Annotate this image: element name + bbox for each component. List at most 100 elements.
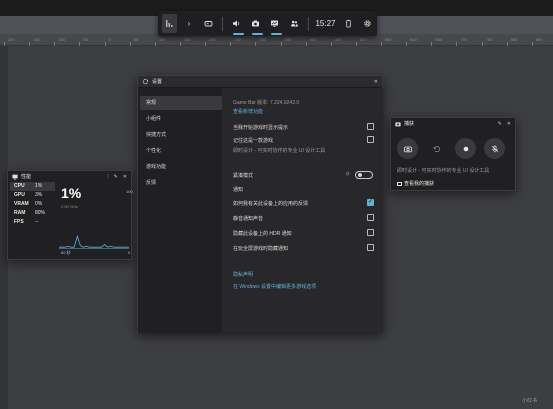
mic-toggle-button[interactable]	[484, 138, 505, 159]
camera-icon	[251, 20, 259, 27]
ruler-tick-label: 50	[133, 37, 139, 42]
widget-menu-button[interactable]	[162, 14, 178, 33]
notify-feedback-label: 如何我有关此设备上的应用的反馈	[233, 201, 309, 207]
ruler-tick-label: 350	[284, 37, 292, 42]
nav-item-game-features[interactable]: 游戏功能	[140, 160, 222, 174]
close-icon[interactable]: ✕	[123, 174, 127, 180]
settings-title: 设置	[152, 79, 163, 85]
start-recording-button[interactable]	[455, 138, 476, 159]
gear-icon	[364, 20, 371, 27]
mute-sound-label: 静音通知声音	[233, 216, 264, 222]
metric-value: 3%	[35, 192, 43, 198]
ruler-tick-label: 200	[8, 37, 15, 42]
hide-fullscreen-checkbox[interactable]	[367, 244, 374, 251]
ruler-tick-label: 500	[359, 37, 367, 42]
battery-button[interactable]	[340, 14, 355, 33]
notify-feedback-checkbox[interactable]	[367, 198, 374, 206]
nav-item-personalize[interactable]: 个性化	[140, 144, 222, 158]
nav-item-widgets[interactable]: 小组件	[140, 112, 222, 126]
capture-title: 捕获	[404, 121, 415, 127]
settings-button[interactable]	[360, 14, 375, 33]
performance-title: 性能	[21, 174, 32, 180]
nav-item-shortcuts[interactable]: 快捷方式	[140, 128, 222, 142]
record-last-button[interactable]	[426, 138, 447, 159]
ruler-tick-label: 150	[183, 37, 191, 42]
sun-icon: ☼	[345, 171, 351, 177]
ruler-tick-label: 600	[410, 37, 417, 42]
metric-value: 80%	[35, 210, 46, 216]
capture-widget: 捕获 ✎ ✕ 即时设计 - 可实时协作的专业 UI 设计工具 查看我的捕获	[390, 117, 516, 191]
ruler-tick-label: 100	[58, 37, 65, 42]
metric-key: VRAM	[14, 201, 29, 207]
xbox-party-button[interactable]	[286, 14, 301, 33]
metric-key: GPU	[14, 192, 25, 198]
screenshot-button[interactable]	[397, 138, 418, 159]
monitor-icon	[12, 174, 18, 179]
ruler-tick-label: 650	[435, 37, 442, 42]
ruler-tick-label: 450	[334, 37, 342, 42]
ruler-tick-label: 550	[385, 37, 392, 42]
audio-button[interactable]	[229, 14, 244, 35]
cpu-usage-line	[59, 234, 129, 248]
cpu-usage-graph	[59, 234, 129, 249]
compact-mode-toggle[interactable]	[355, 171, 373, 179]
ruler-tick-label: 100	[158, 37, 166, 42]
ruler-tick-label: 250	[234, 37, 241, 42]
capture-target-note: 即时设计 - 可实时协作的专业 UI 设计工具	[397, 168, 490, 174]
settings-header[interactable]: 设置 ✕	[138, 76, 382, 88]
game-bar: › 15:27	[158, 11, 377, 36]
ruler-tick-label: 850	[535, 37, 543, 42]
performance-header[interactable]: 性能 ⫶ ✎ ✕	[8, 171, 131, 182]
remember-game-checkbox[interactable]	[367, 136, 374, 143]
hide-hdr-label: 隐藏此设备上的 HDR 通知	[233, 231, 292, 237]
chevron-right-icon[interactable]: ›	[181, 14, 196, 33]
metric-row-cpu[interactable]: CPU 1%	[10, 182, 55, 191]
windows-settings-link[interactable]: 在 Windows 设置中编辑更多游戏选项	[233, 283, 316, 290]
metric-row-vram[interactable]: VRAM 0%	[10, 200, 55, 209]
metric-value: --	[35, 219, 39, 225]
show-all-captures-link[interactable]: 查看我的捕获	[397, 180, 434, 187]
pin-icon[interactable]: ✎	[498, 121, 502, 127]
clock-time: 15:27	[315, 19, 336, 28]
ruler-tick-label: 150	[33, 37, 40, 42]
widget-menu-icon	[166, 20, 173, 27]
metric-list: CPU 1% GPU 3% VRAM 0% RAM 80% FPS --	[10, 182, 55, 227]
battery-icon	[345, 19, 351, 28]
close-icon[interactable]: ✕	[374, 79, 378, 85]
xbox-social-button[interactable]	[201, 14, 216, 33]
metric-row-ram[interactable]: RAM 80%	[10, 209, 55, 218]
show-tips-checkbox[interactable]	[367, 123, 374, 130]
ruler-tick-label: 750	[485, 37, 493, 42]
metric-key: FPS	[14, 219, 24, 225]
divider	[307, 16, 309, 31]
metric-value: 1%	[35, 183, 43, 189]
whats-new-link[interactable]: 查看新增功能	[233, 108, 263, 115]
speaker-icon	[232, 20, 239, 27]
mute-sound-checkbox[interactable]	[367, 214, 374, 221]
mic-off-icon	[491, 145, 498, 152]
ruler-tick-label: 0	[108, 37, 111, 42]
gamepad-icon	[204, 21, 213, 27]
notifications-heading: 通知	[233, 187, 244, 193]
metric-row-fps[interactable]: FPS --	[10, 218, 55, 227]
show-all-captures-label: 查看我的捕获	[404, 181, 435, 187]
close-icon[interactable]: ✕	[507, 121, 511, 127]
ruler-tick-label: 700	[460, 37, 468, 42]
hide-hdr-checkbox[interactable]	[367, 229, 374, 236]
capture-header[interactable]: 捕获 ✎ ✕	[391, 118, 515, 129]
divider	[221, 16, 223, 31]
capture-button[interactable]	[248, 14, 264, 35]
settings-widget: 设置 ✕ 常规 小组件 快捷方式 个性化 游戏功能 反馈 Game Bar 版本…	[137, 75, 383, 333]
sliders-icon[interactable]: ⫶	[107, 174, 108, 180]
ruler-tick-label: 200	[209, 37, 216, 42]
gear-icon	[142, 78, 149, 85]
nav-item-feedback[interactable]: 反馈	[140, 176, 222, 190]
metric-value: 0%	[35, 201, 43, 207]
privacy-link[interactable]: 隐私声明	[233, 271, 253, 278]
performance-button[interactable]	[267, 14, 283, 35]
metric-row-gpu[interactable]: GPU 3%	[10, 191, 55, 200]
nav-item-general[interactable]: 常规	[140, 96, 222, 110]
ruler-tick-label: 800	[510, 37, 518, 42]
pin-icon[interactable]: ✎	[114, 174, 118, 180]
performance-widget: 性能 ⫶ ✎ ✕ CPU 1% GPU 3% VRAM 0% RAM 80% F…	[7, 170, 133, 260]
